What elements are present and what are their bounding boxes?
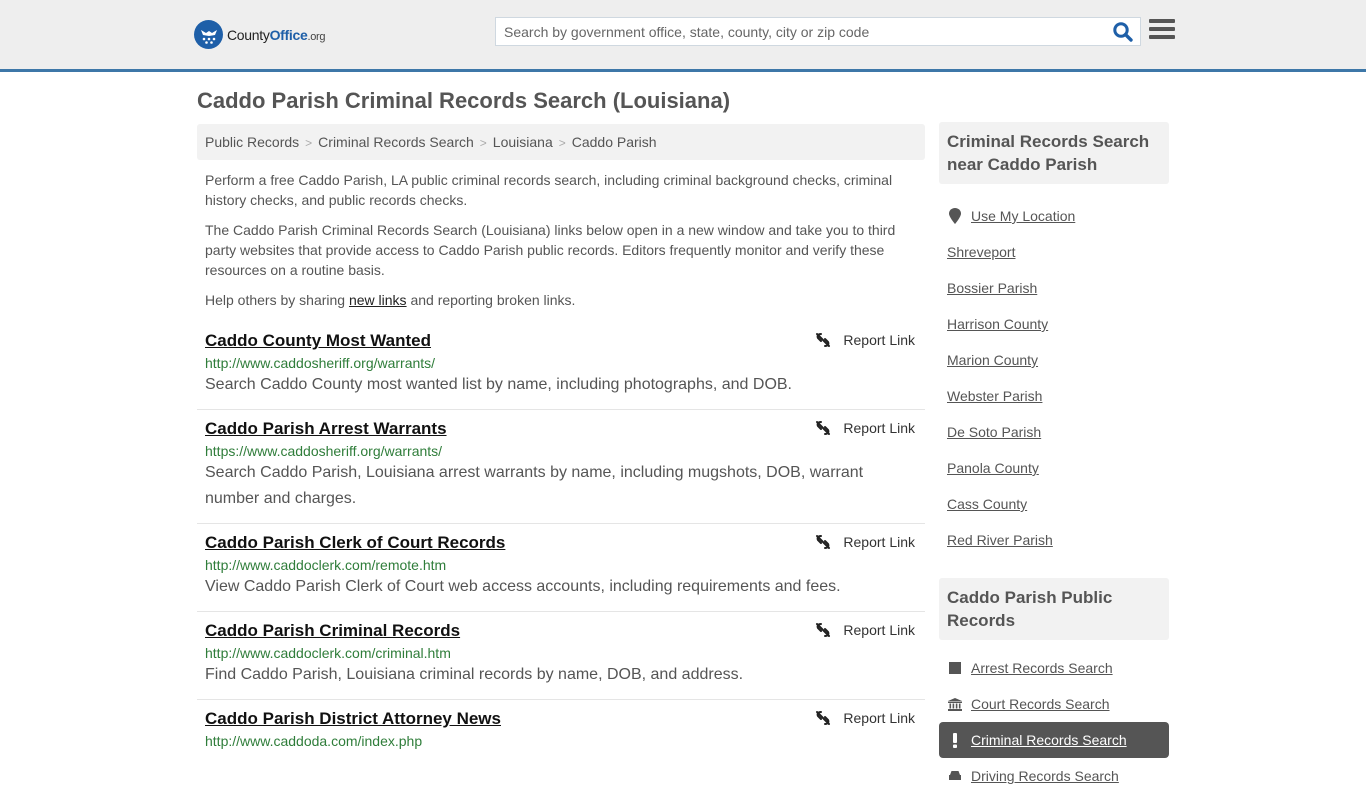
- use-my-location-link[interactable]: Use My Location: [971, 208, 1075, 224]
- search-input[interactable]: [496, 18, 1106, 45]
- car-icon: [947, 770, 963, 782]
- site-header: CountyOffice.org: [0, 0, 1366, 72]
- nearby-item: Shreveport: [939, 234, 1169, 270]
- breadcrumb-separator: >: [479, 136, 487, 150]
- result-url[interactable]: http://www.caddosheriff.org/warrants/: [205, 355, 917, 371]
- search-icon: [1113, 22, 1133, 42]
- intro-paragraph: The Caddo Parish Criminal Records Search…: [205, 222, 896, 278]
- hamburger-menu-icon[interactable]: [1149, 19, 1175, 43]
- nearby-item: Bossier Parish: [939, 270, 1169, 306]
- arrest-records-link[interactable]: Arrest Records Search: [971, 660, 1113, 676]
- nearby-link[interactable]: Cass County: [947, 496, 1027, 512]
- nearby-link[interactable]: Bossier Parish: [947, 280, 1037, 296]
- result-item: Caddo Parish Criminal Records http://www…: [197, 612, 925, 700]
- breadcrumb: Public Records > Criminal Records Search > L…: [197, 124, 925, 160]
- nearby-link[interactable]: Harrison County: [947, 316, 1048, 332]
- report-link-button[interactable]: Report Link: [815, 534, 915, 550]
- nearby-item: Webster Parish: [939, 378, 1169, 414]
- nearby-link[interactable]: Panola County: [947, 460, 1039, 476]
- result-title-link[interactable]: Caddo Parish Clerk of Court Records: [205, 533, 505, 553]
- courthouse-icon: [947, 697, 963, 711]
- breadcrumb-louisiana[interactable]: Louisiana: [493, 134, 553, 150]
- nearby-heading: Criminal Records Search near Caddo Paris…: [939, 122, 1169, 184]
- broken-link-icon: [816, 711, 831, 725]
- use-my-location-item: Use My Location: [939, 198, 1169, 234]
- public-records-item-court: Court Records Search: [939, 686, 1169, 722]
- result-item: Caddo Parish District Attorney News http…: [197, 700, 925, 761]
- breadcrumb-separator: >: [305, 136, 313, 150]
- sidebar: Criminal Records Search near Caddo Paris…: [939, 122, 1169, 794]
- new-links-link[interactable]: new links: [349, 292, 407, 308]
- nearby-item: Cass County: [939, 486, 1169, 522]
- result-item: Caddo County Most Wanted http://www.cadd…: [197, 322, 925, 410]
- intro-text: Perform a free Caddo Parish, LA public c…: [205, 170, 917, 320]
- site-logo[interactable]: CountyOffice.org: [194, 20, 326, 49]
- report-link-button[interactable]: Report Link: [815, 420, 915, 436]
- exclamation-icon: [947, 732, 963, 748]
- driving-records-link[interactable]: Driving Records Search: [971, 768, 1119, 784]
- result-description: Find Caddo Parish, Louisiana criminal re…: [205, 666, 744, 683]
- result-item: Caddo Parish Arrest Warrants https://www…: [197, 410, 925, 524]
- nearby-item: Panola County: [939, 450, 1169, 486]
- results-list: Caddo County Most Wanted http://www.cadd…: [197, 322, 925, 761]
- result-title-link[interactable]: Caddo Parish Criminal Records: [205, 621, 460, 641]
- result-url[interactable]: http://www.caddoda.com/index.php: [205, 733, 917, 749]
- result-title-link[interactable]: Caddo Parish Arrest Warrants: [205, 419, 447, 439]
- court-records-link[interactable]: Court Records Search: [971, 696, 1110, 712]
- search-box: [495, 17, 1141, 46]
- result-url[interactable]: http://www.caddoclerk.com/criminal.htm: [205, 645, 917, 661]
- nearby-link[interactable]: Webster Parish: [947, 388, 1042, 404]
- result-url[interactable]: http://www.caddoclerk.com/remote.htm: [205, 557, 917, 573]
- result-item: Caddo Parish Clerk of Court Records http…: [197, 524, 925, 612]
- nearby-link[interactable]: De Soto Parish: [947, 424, 1041, 440]
- report-link-button[interactable]: Report Link: [815, 332, 915, 348]
- breadcrumb-criminal-records-search[interactable]: Criminal Records Search: [318, 134, 474, 150]
- result-title-link[interactable]: Caddo County Most Wanted: [205, 331, 431, 351]
- eagle-logo-icon: [194, 20, 223, 49]
- nearby-item: Harrison County: [939, 306, 1169, 342]
- broken-link-icon: [816, 421, 831, 435]
- nearby-item: Marion County: [939, 342, 1169, 378]
- public-records-list: Arrest Records Search Court Records Sear…: [939, 640, 1169, 794]
- broken-link-icon: [816, 623, 831, 637]
- nearby-link[interactable]: Marion County: [947, 352, 1038, 368]
- public-records-item-criminal: Criminal Records Search: [939, 722, 1169, 758]
- criminal-records-link[interactable]: Criminal Records Search: [971, 732, 1127, 748]
- search-button[interactable]: [1112, 21, 1134, 43]
- result-description: Search Caddo Parish, Louisiana arrest wa…: [205, 464, 864, 507]
- result-url[interactable]: https://www.caddosheriff.org/warrants/: [205, 443, 917, 459]
- breadcrumb-current: Caddo Parish: [571, 134, 657, 150]
- result-description: View Caddo Parish Clerk of Court web acc…: [205, 578, 841, 595]
- map-pin-icon: [947, 208, 963, 224]
- nearby-item: De Soto Parish: [939, 414, 1169, 450]
- logo-text: CountyOffice.org: [227, 26, 326, 43]
- breadcrumb-public-records[interactable]: Public Records: [205, 134, 299, 150]
- public-records-item-driving: Driving Records Search: [939, 758, 1169, 794]
- broken-link-icon: [816, 535, 831, 549]
- nearby-item: Red River Parish: [939, 522, 1169, 558]
- report-link-button[interactable]: Report Link: [815, 710, 915, 726]
- nearby-list: Use My Location Shreveport Bossier Paris…: [939, 184, 1169, 558]
- square-icon: [947, 662, 963, 674]
- broken-link-icon: [816, 333, 831, 347]
- nearby-link[interactable]: Red River Parish: [947, 532, 1053, 548]
- intro-paragraph: Help others by sharing new links and rep…: [205, 292, 576, 308]
- public-records-item-arrest: Arrest Records Search: [939, 650, 1169, 686]
- result-title-link[interactable]: Caddo Parish District Attorney News: [205, 709, 501, 729]
- intro-paragraph: Perform a free Caddo Parish, LA public c…: [205, 172, 893, 208]
- page-title: Caddo Parish Criminal Records Search (Lo…: [197, 88, 731, 113]
- breadcrumb-separator: >: [558, 136, 566, 150]
- result-description: Search Caddo County most wanted list by …: [205, 376, 792, 393]
- public-records-heading: Caddo Parish Public Records: [939, 578, 1169, 640]
- nearby-link[interactable]: Shreveport: [947, 244, 1015, 260]
- report-link-button[interactable]: Report Link: [815, 622, 915, 638]
